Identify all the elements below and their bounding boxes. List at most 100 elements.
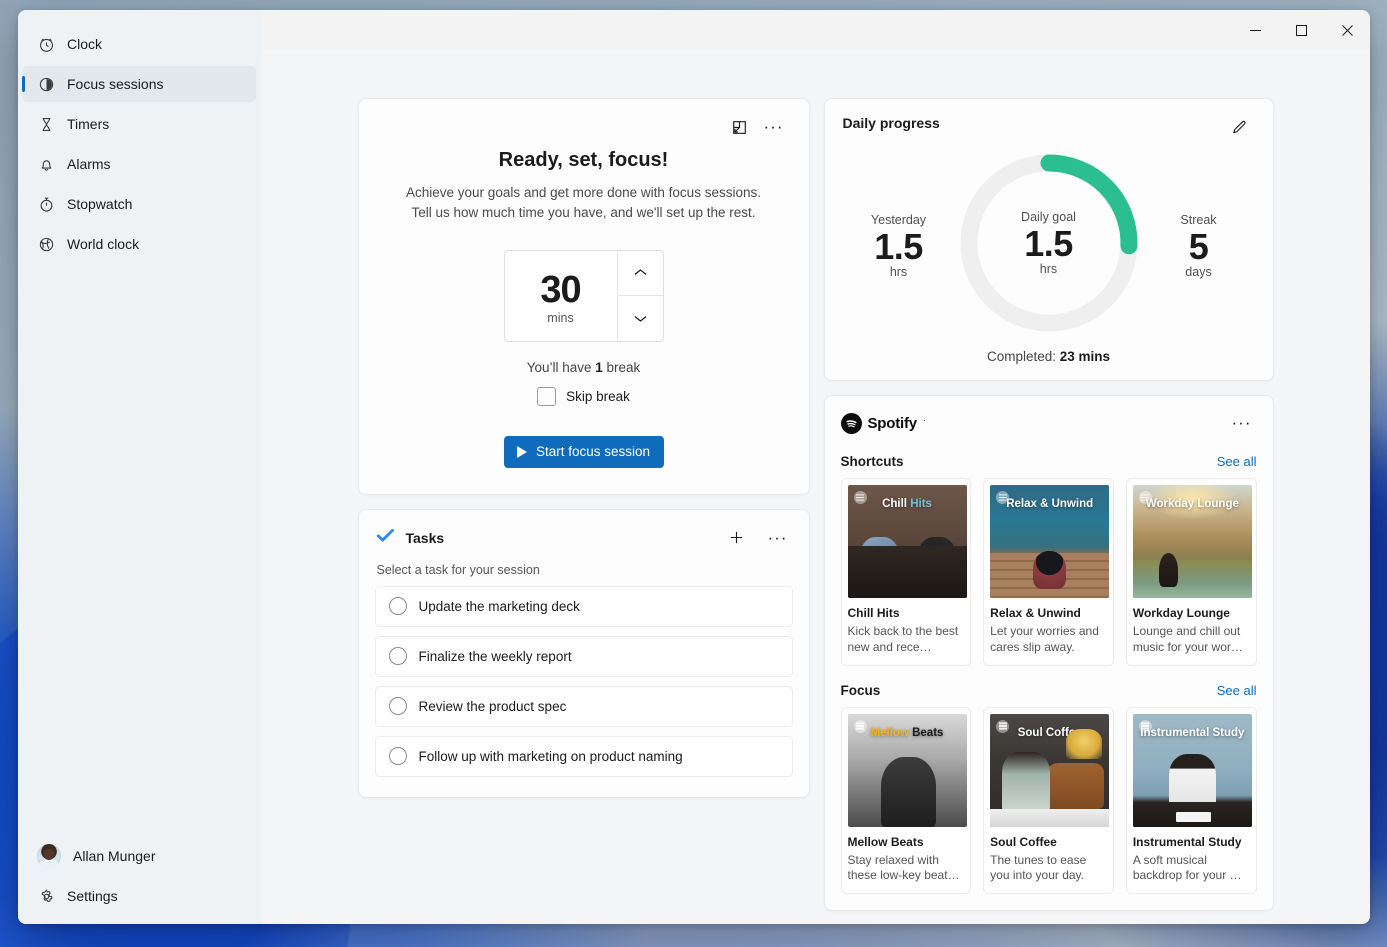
task-row[interactable]: Update the marketing deck bbox=[375, 586, 793, 627]
stat-streak: Streak 5 days bbox=[1151, 145, 1247, 279]
skip-break-row[interactable]: Skip break bbox=[379, 387, 789, 406]
artwork-title: Instrumental Study bbox=[1133, 727, 1252, 741]
left-column: ··· Ready, set, focus! Achieve your goal… bbox=[358, 98, 810, 924]
skip-break-label: Skip break bbox=[566, 389, 630, 404]
artwork-title-part: Hits bbox=[910, 498, 932, 510]
stat-value: 1.5 bbox=[851, 227, 947, 267]
focus-section-header: Focus See all bbox=[841, 683, 1257, 698]
playlist-artwork: Instrumental Study bbox=[1133, 714, 1252, 827]
more-icon: ··· bbox=[768, 533, 788, 543]
title-bar-drag-region[interactable] bbox=[18, 10, 1232, 50]
close-button[interactable] bbox=[1324, 10, 1370, 50]
task-radio[interactable] bbox=[389, 647, 407, 665]
playlist-description: A soft musical backdrop for your … bbox=[1133, 853, 1250, 885]
playlist-name: Instrumental Study bbox=[1133, 835, 1250, 849]
playlist-tile[interactable]: Relax & Unwind Relax & Unwind Let your w… bbox=[983, 478, 1114, 666]
avatar bbox=[37, 844, 61, 868]
playlist-artwork: Mellow Beats bbox=[848, 714, 967, 827]
artwork-figure bbox=[1033, 551, 1066, 589]
duration-decrease-button[interactable] bbox=[618, 295, 663, 341]
sidebar-item-label: Timers bbox=[67, 117, 109, 131]
tasks-title: Tasks bbox=[406, 530, 445, 546]
chevron-up-icon bbox=[634, 268, 647, 277]
task-label: Follow up with marketing on product nami… bbox=[419, 749, 683, 764]
pencil-icon bbox=[1231, 119, 1248, 136]
more-icon: ··· bbox=[764, 122, 784, 132]
more-icon: ··· bbox=[1232, 418, 1252, 428]
task-row[interactable]: Review the product spec bbox=[375, 686, 793, 727]
duration-value-area[interactable]: 30 mins bbox=[505, 251, 617, 341]
start-focus-session-label: Start focus session bbox=[536, 444, 650, 459]
mini-view-button[interactable] bbox=[725, 113, 755, 141]
break-suffix: break bbox=[603, 360, 641, 375]
task-row[interactable]: Finalize the weekly report bbox=[375, 636, 793, 677]
sidebar-item-alarms[interactable]: Alarms bbox=[23, 146, 256, 182]
focus-subtitle-line1: Achieve your goals and get more done wit… bbox=[406, 185, 761, 200]
playlist-tile[interactable]: Workday Lounge Workday Lounge Lounge and… bbox=[1126, 478, 1257, 666]
section-title: Focus bbox=[841, 683, 1217, 698]
sidebar-item-world-clock[interactable]: World clock bbox=[23, 226, 256, 262]
play-icon bbox=[517, 446, 527, 458]
duration-unit: mins bbox=[547, 311, 573, 325]
chevron-down-icon bbox=[634, 314, 647, 323]
spotify-logo: Spotify · bbox=[841, 413, 1227, 434]
daily-progress-card: Daily progress Yesterday 1.5 hrs bbox=[824, 98, 1274, 381]
minimize-button[interactable] bbox=[1232, 10, 1278, 50]
artwork-title-part: Beats bbox=[912, 727, 943, 739]
playlist-tile[interactable]: Chill Hits Chill Hits Kick back to the b… bbox=[841, 478, 972, 666]
minimize-icon bbox=[1250, 25, 1261, 36]
artwork-title: Workday Lounge bbox=[1133, 498, 1252, 512]
playlist-description: Let your worries and cares slip away. bbox=[990, 624, 1107, 656]
section-title: Shortcuts bbox=[841, 454, 1217, 469]
skip-break-checkbox[interactable] bbox=[537, 387, 556, 406]
settings-label: Settings bbox=[67, 889, 118, 903]
duration-spinner[interactable]: 30 mins bbox=[504, 250, 664, 342]
sidebar-item-settings[interactable]: Settings bbox=[23, 878, 256, 914]
break-prefix: You’ll have bbox=[527, 360, 596, 375]
playlist-tile[interactable]: Mellow Beats Mellow Beats Stay relaxed w… bbox=[841, 707, 972, 895]
break-info: You’ll have 1 break bbox=[379, 360, 789, 375]
sidebar-item-timers[interactable]: Timers bbox=[23, 106, 256, 142]
tasks-subtitle: Select a task for your session bbox=[375, 563, 793, 577]
right-column: Daily progress Yesterday 1.5 hrs bbox=[824, 98, 1274, 924]
focus-card-more-button[interactable]: ··· bbox=[759, 113, 789, 141]
task-radio[interactable] bbox=[389, 697, 407, 715]
sidebar-item-account[interactable]: Allan Munger bbox=[23, 838, 256, 874]
hourglass-icon bbox=[37, 115, 55, 133]
playlist-tile[interactable]: Soul Coffee Soul Coffee The tunes to eas… bbox=[983, 707, 1114, 895]
task-row[interactable]: Follow up with marketing on product nami… bbox=[375, 736, 793, 777]
artwork-title: Soul Coffee bbox=[990, 727, 1109, 741]
bell-icon bbox=[37, 155, 55, 173]
spotify-icon bbox=[841, 413, 862, 434]
sidebar-spacer bbox=[23, 264, 256, 836]
daily-progress-title: Daily progress bbox=[843, 113, 1225, 131]
edit-goal-button[interactable] bbox=[1225, 113, 1255, 141]
title-bar bbox=[18, 10, 1370, 50]
sidebar-item-focus-sessions[interactable]: Focus sessions bbox=[23, 66, 256, 102]
page-title: Ready, set, focus! bbox=[379, 149, 789, 172]
playlist-artwork: Workday Lounge bbox=[1133, 485, 1252, 598]
spotify-more-button[interactable]: ··· bbox=[1227, 409, 1257, 437]
spotify-card: Spotify · ··· Shortcuts See all bbox=[824, 395, 1274, 911]
focus-see-all-link[interactable]: See all bbox=[1217, 683, 1257, 698]
sidebar-item-stopwatch[interactable]: Stopwatch bbox=[23, 186, 256, 222]
tasks-card: Tasks ··· Select a task for your session bbox=[358, 509, 810, 798]
maximize-button[interactable] bbox=[1278, 10, 1324, 50]
tasks-more-button[interactable]: ··· bbox=[763, 524, 793, 552]
plus-icon bbox=[728, 529, 745, 546]
artwork-figure bbox=[1159, 553, 1178, 587]
artwork-title: Mellow Beats bbox=[848, 727, 967, 741]
duration-increase-button[interactable] bbox=[618, 251, 663, 296]
sidebar-item-label: World clock bbox=[67, 237, 139, 251]
playlist-tile[interactable]: Instrumental Study Instrumental Study A … bbox=[1126, 707, 1257, 895]
spotify-header: Spotify · ··· bbox=[841, 409, 1257, 437]
add-task-button[interactable] bbox=[722, 524, 752, 552]
shortcuts-see-all-link[interactable]: See all bbox=[1217, 454, 1257, 469]
task-radio[interactable] bbox=[389, 747, 407, 765]
focus-card-tools: ··· bbox=[379, 113, 789, 141]
artwork-element bbox=[1176, 812, 1212, 822]
start-focus-session-button[interactable]: Start focus session bbox=[504, 436, 664, 468]
task-label: Review the product spec bbox=[419, 699, 567, 714]
task-radio[interactable] bbox=[389, 597, 407, 615]
playlist-description: Lounge and chill out music for your wor… bbox=[1133, 624, 1250, 656]
